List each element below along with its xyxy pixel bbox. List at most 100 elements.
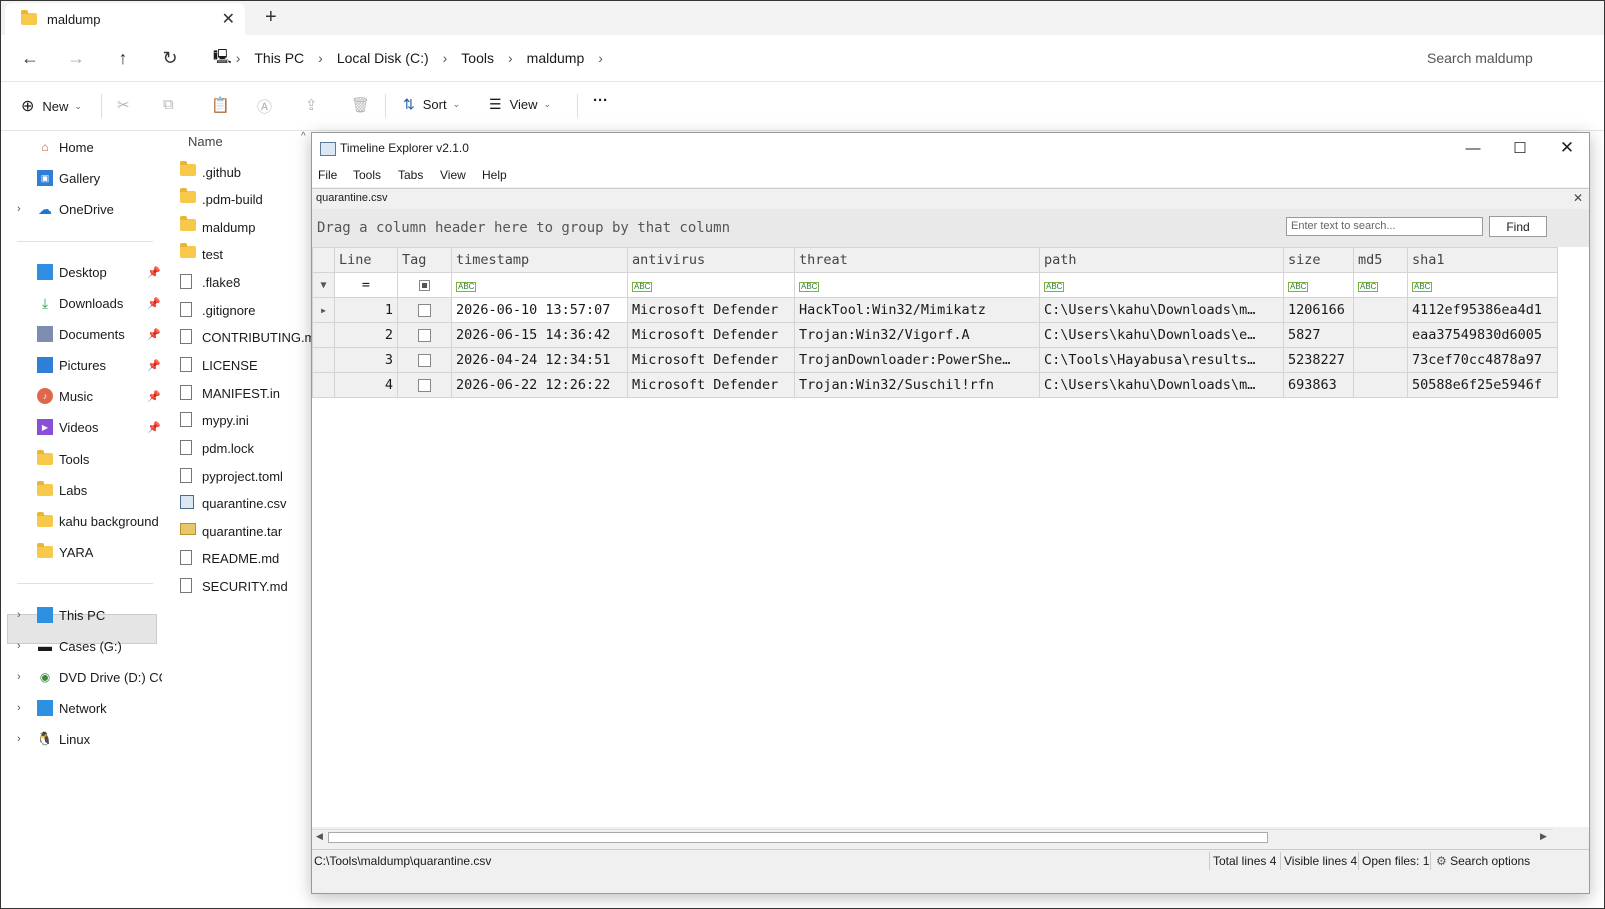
cell-antivirus[interactable]: Microsoft Defender [627,347,795,373]
cell-md5[interactable] [1353,372,1408,398]
more-options-icon[interactable]: ··· [593,92,608,109]
sidebar-item-dvd-drive[interactable]: ◉ DVD Drive (D:) CCC [37,664,178,690]
list-item[interactable]: quarantine.csv [180,491,287,515]
filter-cell-tag[interactable] [397,272,452,298]
up-icon[interactable]: ↑ [110,45,136,71]
breadcrumb-local-disk[interactable]: Local Disk (C:) [337,50,429,66]
filter-cell-timestamp[interactable]: ABC [451,272,628,298]
cell-line[interactable]: 2 [334,322,398,348]
sidebar-item-kahu-background[interactable]: kahu background [37,508,159,534]
list-item[interactable]: .flake8 [180,270,240,294]
sidebar-item-pictures[interactable]: Pictures [37,352,106,378]
pin-icon[interactable]: 📌 [147,390,161,403]
sidebar-item-labs[interactable]: Labs [37,477,87,503]
list-item[interactable]: README.md [180,546,279,570]
delete-icon[interactable]: 🗑 [351,96,370,114]
filter-cell-sha1[interactable]: ABC [1407,272,1558,298]
list-item[interactable]: MANIFEST.in [180,381,280,405]
sidebar-item-gallery[interactable]: ▣ Gallery [37,165,100,191]
list-item[interactable]: CONTRIBUTING.md [180,325,323,349]
cell-size[interactable]: 5238227 [1283,347,1354,373]
file-tab[interactable]: quarantine.csv ✕ [312,188,1589,210]
cell-sha1[interactable]: eaa37549830d6005 [1407,322,1558,348]
cell-size[interactable]: 693863 [1283,372,1354,398]
back-icon[interactable]: ← [17,45,43,71]
pin-icon[interactable]: 📌 [147,297,161,310]
filter-cell-threat[interactable]: ABC [794,272,1040,298]
chevron-right-icon[interactable]: › [17,640,21,652]
menu-file[interactable]: File [318,168,337,182]
list-item[interactable]: test [180,242,223,266]
search-options-button[interactable]: ⚙ Search options [1436,854,1530,868]
cell-md5[interactable] [1353,347,1408,373]
cell-timestamp[interactable]: 2026-06-10 13:57:07 [451,297,628,323]
chevron-right-icon[interactable]: › [17,733,21,745]
column-header-size[interactable]: size [1283,247,1354,273]
new-tab-icon[interactable]: + [265,6,277,29]
cell-threat[interactable]: Trojan:Win32/Vigorf.A [794,322,1040,348]
tag-checkbox[interactable] [418,328,431,342]
chevron-right-icon[interactable]: › [17,609,21,621]
sidebar-item-documents[interactable]: Documents [37,321,125,347]
tag-checkbox[interactable] [418,303,431,317]
cell-path[interactable]: C:\Users\kahu\Downloads\m… [1039,297,1284,323]
breadcrumb-tools[interactable]: Tools [461,50,494,66]
list-item[interactable]: pyproject.toml [180,464,283,488]
filter-cell-antivirus[interactable]: ABC [627,272,795,298]
sidebar-item-desktop[interactable]: Desktop [37,259,107,285]
cell-timestamp[interactable]: 2026-06-22 12:26:22 [451,372,628,398]
column-header-path[interactable]: path [1039,247,1284,273]
find-button[interactable]: Find [1489,216,1547,237]
cell-line[interactable]: 1 [334,297,398,323]
tag-checkbox[interactable] [418,378,431,392]
list-item[interactable]: .gitignore [180,298,255,322]
pin-icon[interactable]: 📌 [147,359,161,372]
sidebar-item-tools[interactable]: Tools [37,446,89,472]
horizontal-scrollbar[interactable]: ◀ ▶ [312,829,1553,846]
paste-icon[interactable]: 📋 [211,96,230,114]
table-row[interactable]: 3 2026-04-24 12:34:51 Microsoft Defender… [312,347,1558,373]
close-icon[interactable]: ✕ [1552,137,1582,159]
cell-antivirus[interactable]: Microsoft Defender [627,297,795,323]
cell-size[interactable]: 5827 [1283,322,1354,348]
cell-antivirus[interactable]: Microsoft Defender [627,322,795,348]
cell-size[interactable]: 1206166 [1283,297,1354,323]
table-row[interactable]: 2 2026-06-15 14:36:42 Microsoft Defender… [312,322,1558,348]
list-item[interactable]: pdm.lock [180,436,254,460]
menu-view[interactable]: View [440,168,466,182]
breadcrumb-this-pc[interactable]: This PC [254,50,304,66]
maximize-icon[interactable]: ☐ [1505,137,1535,159]
table-row[interactable]: 4 2026-06-22 12:26:22 Microsoft Defender… [312,372,1558,398]
filter-cell-line[interactable]: = [334,272,398,298]
column-header-antivirus[interactable]: antivirus [627,247,795,273]
list-item[interactable]: LICENSE [180,353,258,377]
sidebar-item-downloads[interactable]: ⤓ Downloads [37,290,123,316]
close-tab-icon[interactable]: ✕ [1573,191,1583,205]
list-item[interactable]: mypy.ini [180,408,249,432]
pin-icon[interactable]: 📌 [147,421,161,434]
scroll-left-icon[interactable]: ◀ [316,831,323,842]
group-panel[interactable]: Drag a column header here to group by th… [312,209,1589,247]
pin-icon[interactable]: 📌 [147,266,161,279]
refresh-icon[interactable]: ↻ [157,45,183,71]
cell-line[interactable]: 4 [334,372,398,398]
chevron-right-icon[interactable]: › [598,50,603,66]
chevron-right-icon[interactable]: › [17,671,21,683]
cell-path[interactable]: C:\Users\kahu\Downloads\m… [1039,372,1284,398]
rename-icon[interactable]: Ⓐ [257,96,272,117]
column-header-timestamp[interactable]: timestamp [451,247,628,273]
cut-icon[interactable]: ✂ [117,96,130,114]
filter-cell-md5[interactable]: ABC [1353,272,1408,298]
new-button[interactable]: ⊕ New ⌄ [21,96,82,116]
cell-timestamp[interactable]: 2026-04-24 12:34:51 [451,347,628,373]
sort-button[interactable]: ⇅ Sort ⌄ [403,96,460,113]
cell-tag[interactable] [397,322,452,348]
search-input[interactable]: Search maldump [1411,41,1601,75]
cell-sha1[interactable]: 4112ef95386ea4d1 [1407,297,1558,323]
sidebar-item-onedrive[interactable]: ☁ OneDrive [37,196,114,222]
cell-md5[interactable] [1353,322,1408,348]
menu-tabs[interactable]: Tabs [398,168,423,182]
cell-tag[interactable] [397,347,452,373]
cell-threat[interactable]: TrojanDownloader:PowerShe… [794,347,1040,373]
search-input[interactable]: Enter text to search... [1286,217,1483,236]
